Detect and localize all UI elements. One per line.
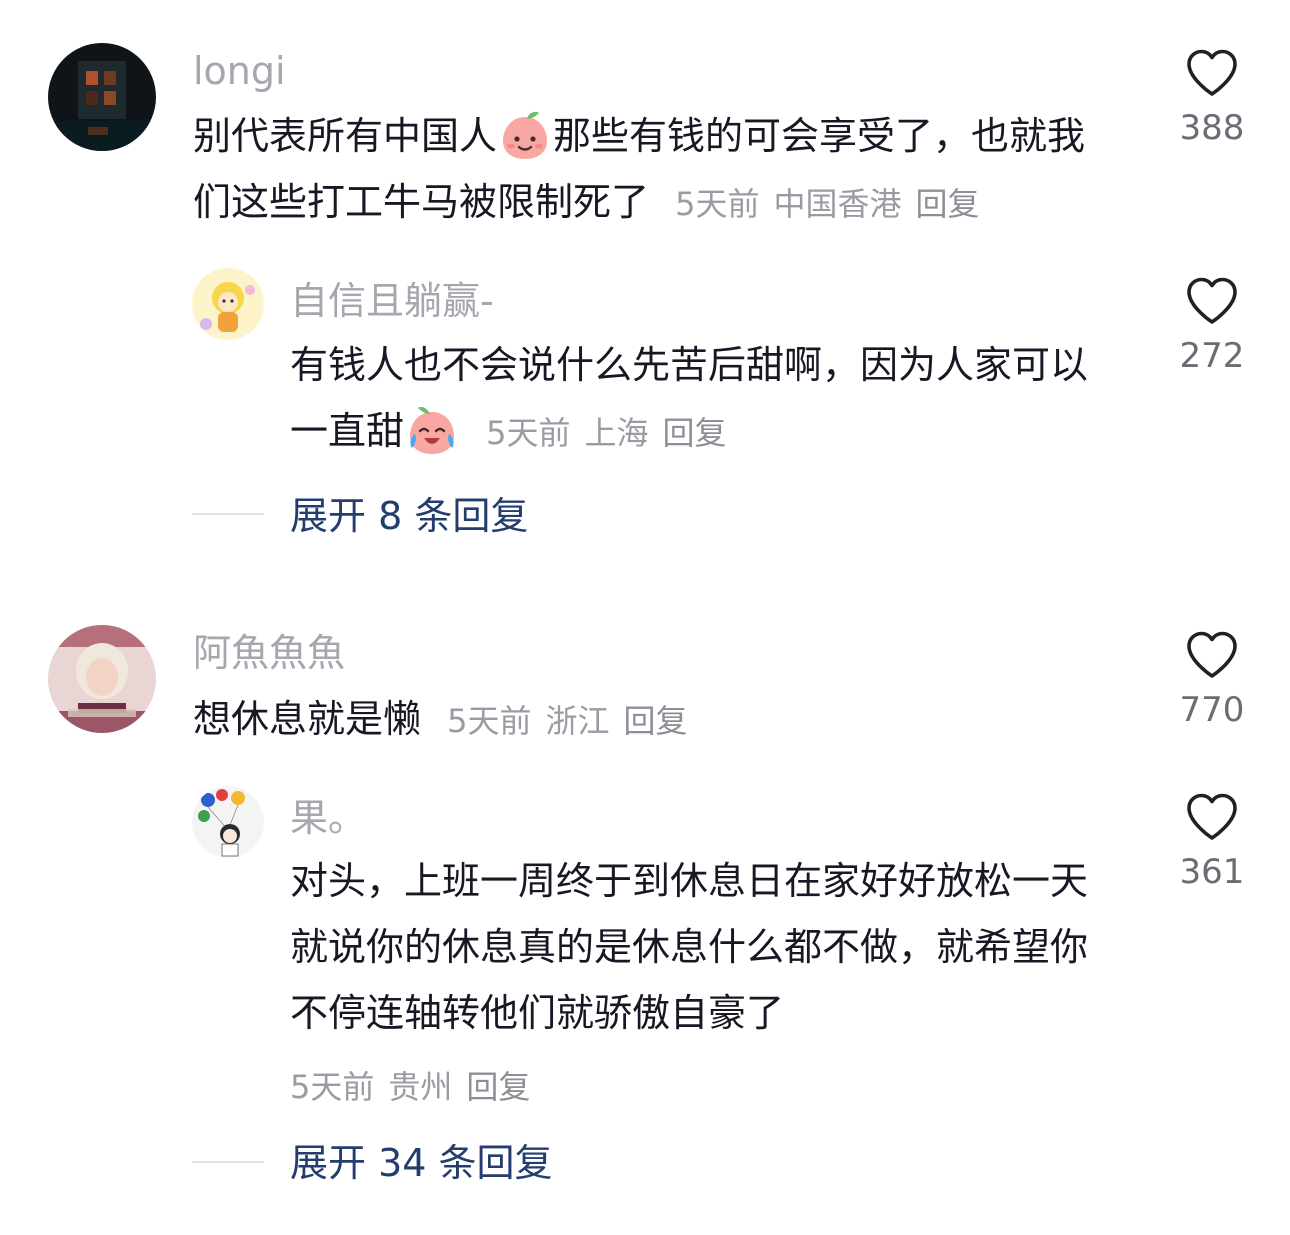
heart-outline-icon[interactable] (1185, 276, 1239, 326)
reply-meta: 5天前 上海 回复 (486, 414, 740, 452)
reply-username[interactable]: 果。 (290, 799, 366, 837)
reply-text-part: 对头，上班一周终于到休息日在家好好放松一天就说你的休息真的是休息什么都不做，就希… (290, 859, 1089, 1035)
avatar-reply[interactable] (192, 268, 264, 340)
expand-replies-button[interactable]: 展开 34 条回复 (290, 1144, 553, 1182)
expand-divider (192, 513, 264, 515)
comment-text: 别代表所有中国人 那些有钱的可会享受了，也就我们这些打工牛马被限制死了 5天前中… (193, 103, 1123, 237)
smiling-peach-emoji (503, 111, 548, 159)
reply-time: 5天前 (290, 1068, 375, 1106)
comment-text: 想休息就是懒 5天前 浙江 回复 (193, 686, 1123, 754)
like-count: 361 (1179, 852, 1245, 892)
reply-username[interactable]: 自信且躺赢- (290, 282, 494, 320)
comment-text-part: 别代表所有中国人 (193, 114, 498, 158)
reply-button[interactable]: 回复 (663, 414, 727, 452)
comment-location: 浙江 (545, 702, 610, 740)
like-button[interactable]: 361 (1157, 792, 1267, 892)
expand-divider (192, 1161, 264, 1163)
reply-text: 有钱人也不会说什么先苦后甜啊，因为人家可以一直甜 5天前 上海 回复 (290, 332, 1125, 466)
comment-meta: 5天前 中国香港 回复 (675, 185, 993, 223)
like-button[interactable]: 272 (1157, 276, 1267, 376)
avatar-reply[interactable] (192, 786, 264, 858)
avatar-ayuyuyu[interactable] (48, 625, 156, 733)
comment-location: 中国香港 (773, 185, 902, 223)
like-count: 770 (1179, 690, 1245, 730)
comment-text-part: 想休息就是懒 (193, 697, 422, 741)
comment-meta: 5天前 浙江 回复 (447, 702, 701, 740)
avatar-longi[interactable] (48, 43, 156, 151)
heart-outline-icon[interactable] (1185, 48, 1239, 98)
reply-location: 上海 (584, 414, 649, 452)
comment-username[interactable]: 阿魚魚魚 (193, 634, 345, 672)
reply-button[interactable]: 回复 (916, 185, 980, 223)
comment-time: 5天前 (447, 702, 532, 740)
reply-button[interactable]: 回复 (466, 1068, 530, 1106)
heart-outline-icon[interactable] (1185, 630, 1239, 680)
like-count: 388 (1179, 108, 1245, 148)
expand-replies-button[interactable]: 展开 8 条回复 (290, 497, 528, 535)
reply-meta: 5天前 贵州 回复 (276, 1062, 544, 1108)
comment-username[interactable]: longi (193, 52, 286, 90)
laughing-crying-peach-emoji (410, 406, 455, 454)
reply-text: 对头，上班一周终于到休息日在家好好放松一天就说你的休息真的是休息什么都不做，就希… (290, 848, 1125, 1046)
like-count: 272 (1179, 336, 1245, 376)
reply-time: 5天前 (486, 414, 571, 452)
like-button[interactable]: 388 (1157, 48, 1267, 148)
like-button[interactable]: 770 (1157, 630, 1267, 730)
reply-location: 贵州 (388, 1068, 453, 1106)
heart-outline-icon[interactable] (1185, 792, 1239, 842)
reply-button[interactable]: 回复 (624, 702, 688, 740)
comment-time: 5天前 (675, 185, 760, 223)
